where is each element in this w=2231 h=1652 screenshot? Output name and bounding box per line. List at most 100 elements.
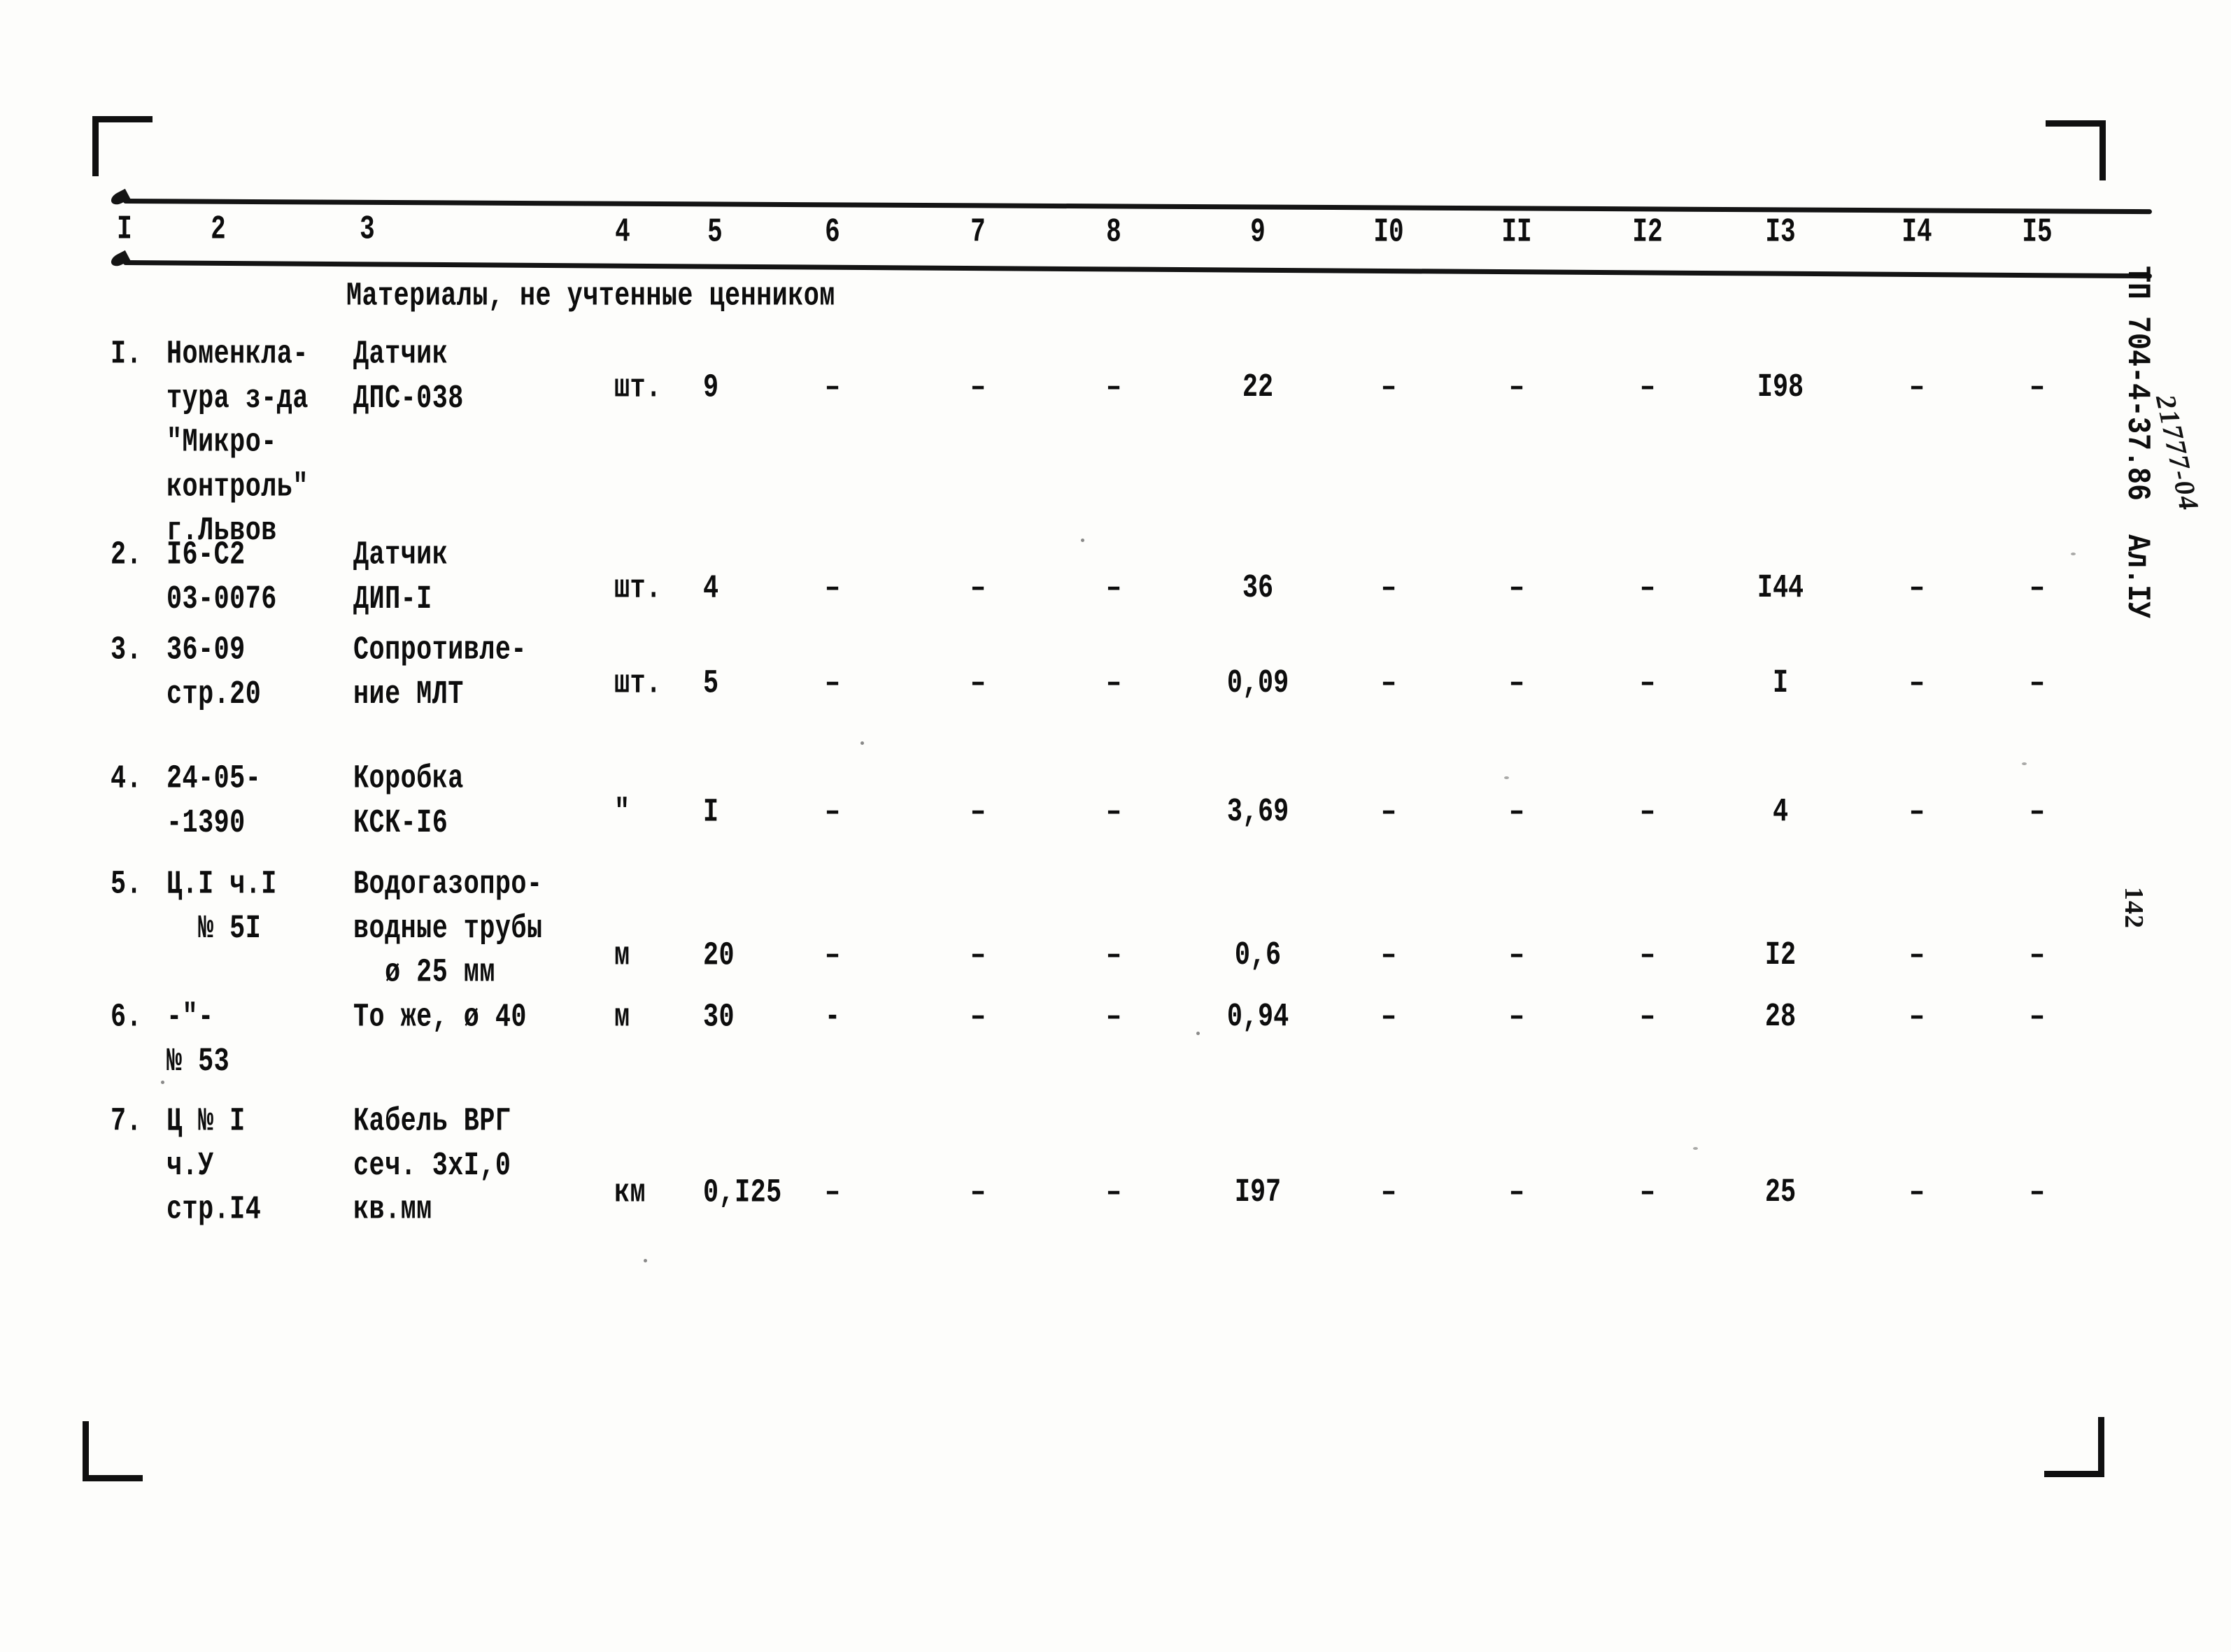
unit-cell: м xyxy=(614,999,630,1037)
value-cell-col-12: – xyxy=(1639,1174,1656,1212)
value-cell-col-7: – xyxy=(970,369,986,407)
value-cell-col-6: - xyxy=(824,999,841,1037)
value-cell-col-8: – xyxy=(1105,369,1122,407)
column-number-12: I2 xyxy=(1632,214,1663,252)
value-cell-col-11: – xyxy=(1508,665,1525,703)
value-cell-col-9: I97 xyxy=(1234,1174,1282,1212)
unit-cell: шт. xyxy=(614,665,662,703)
scan-speck xyxy=(644,1259,647,1262)
value-cell-col-15: – xyxy=(2029,1174,2046,1212)
row-index-cell: 6. xyxy=(111,999,143,1037)
source-code-cell: Номенкла- тура з-да "Микро- контроль" г.… xyxy=(167,336,309,550)
value-cell-col-7: – xyxy=(970,1174,986,1212)
value-cell-col-8: – xyxy=(1105,570,1122,608)
value-cell-col-15: – xyxy=(2029,665,2046,703)
scan-speck xyxy=(1196,1032,1200,1035)
column-number-6: 6 xyxy=(825,214,840,252)
value-cell-col-9: 3,69 xyxy=(1226,794,1289,832)
value-cell-col-8: – xyxy=(1105,999,1122,1037)
scan-speck xyxy=(1777,671,1782,674)
value-cell-col-14: – xyxy=(1908,794,1925,832)
value-cell-col-15: – xyxy=(2029,570,2046,608)
value-cell-col-13: I xyxy=(1772,665,1789,703)
source-code-cell: 36-09 стр.20 xyxy=(167,632,262,714)
value-cell-col-11: – xyxy=(1508,369,1525,407)
value-cell-col-12: – xyxy=(1639,570,1656,608)
value-cell-col-12: – xyxy=(1639,937,1656,975)
quantity-cell: 5 xyxy=(703,665,719,703)
material-name-cell: То же, ø 40 xyxy=(353,999,527,1037)
value-cell-col-10: – xyxy=(1380,1174,1397,1212)
value-cell-col-11: – xyxy=(1508,999,1525,1037)
quantity-cell: 20 xyxy=(703,937,735,975)
value-cell-col-14: – xyxy=(1908,999,1925,1037)
value-cell-col-9: 22 xyxy=(1242,369,1274,407)
value-cell-col-13: I98 xyxy=(1757,369,1804,407)
source-code-cell: Ц.I ч.I № 5I xyxy=(167,866,277,948)
value-cell-col-13: 4 xyxy=(1772,794,1789,832)
value-cell-col-7: – xyxy=(970,794,986,832)
unit-cell: шт. xyxy=(614,369,662,407)
value-cell-col-13: I2 xyxy=(1764,937,1797,975)
column-number-8: 8 xyxy=(1106,214,1121,252)
column-number-4: 4 xyxy=(615,214,630,252)
quantity-cell: 0,I25 xyxy=(703,1174,782,1212)
value-cell-col-7: – xyxy=(970,665,986,703)
value-cell-col-8: – xyxy=(1105,794,1122,832)
value-cell-col-11: – xyxy=(1508,570,1525,608)
column-number-1: I xyxy=(117,211,132,249)
column-number-14: I4 xyxy=(1901,214,1932,252)
unit-cell: шт. xyxy=(614,570,662,608)
scan-speck xyxy=(1693,1147,1698,1150)
value-cell-col-13: I44 xyxy=(1757,570,1804,608)
value-cell-col-15: – xyxy=(2029,794,2046,832)
column-number-9: 9 xyxy=(1250,214,1266,252)
value-cell-col-9: 0,94 xyxy=(1226,999,1289,1037)
row-index-cell: 2. xyxy=(111,536,143,574)
column-number-10: I0 xyxy=(1373,214,1404,252)
material-name-cell: Сопротивле- ние МЛТ xyxy=(353,632,527,714)
scan-speck xyxy=(1504,776,1509,779)
source-code-cell: 24-05- -1390 xyxy=(167,760,262,843)
row-index-cell: 3. xyxy=(111,632,143,669)
value-cell-col-12: – xyxy=(1639,794,1656,832)
value-cell-col-13: 25 xyxy=(1764,1174,1797,1212)
material-name-cell: Коробка КСК-I6 xyxy=(353,760,464,843)
value-cell-col-9: 0,09 xyxy=(1226,665,1289,703)
column-number-11: II xyxy=(1501,214,1532,252)
value-cell-col-15: – xyxy=(2029,369,2046,407)
quantity-cell: 4 xyxy=(703,570,719,608)
column-number-row: I 2 3 4 5 6 7 8 9 I0 II I2 I3 I4 I5 xyxy=(0,211,2231,253)
value-cell-col-6: – xyxy=(824,369,841,407)
material-name-cell: Водогазопро- водные трубы ø 25 мм xyxy=(353,866,543,992)
value-cell-col-6: – xyxy=(824,665,841,703)
value-cell-col-14: – xyxy=(1908,570,1925,608)
value-cell-col-8: – xyxy=(1105,1174,1122,1212)
unit-cell: " xyxy=(614,794,630,832)
value-cell-col-10: – xyxy=(1380,665,1397,703)
value-cell-col-9: 36 xyxy=(1242,570,1274,608)
margin-page-number: 142 xyxy=(2119,887,2148,929)
value-cell-col-12: – xyxy=(1639,999,1656,1037)
value-cell-col-7: – xyxy=(970,570,986,608)
value-cell-col-12: – xyxy=(1639,665,1656,703)
value-cell-col-10: – xyxy=(1380,794,1397,832)
value-cell-col-6: – xyxy=(824,794,841,832)
row-index-cell: 5. xyxy=(111,866,143,904)
value-cell-col-7: – xyxy=(970,937,986,975)
value-cell-col-15: – xyxy=(2029,999,2046,1037)
row-index-cell: 7. xyxy=(111,1103,143,1141)
value-cell-col-15: – xyxy=(2029,937,2046,975)
value-cell-col-11: – xyxy=(1508,794,1525,832)
unit-cell: м xyxy=(614,937,630,975)
scan-speck xyxy=(2022,762,2027,765)
value-cell-col-10: – xyxy=(1380,937,1397,975)
quantity-cell: 30 xyxy=(703,999,735,1037)
value-cell-col-6: – xyxy=(824,570,841,608)
scan-speck xyxy=(1081,539,1084,542)
scan-speck xyxy=(2071,553,2076,555)
material-name-cell: Датчик ДПС-038 xyxy=(353,336,464,418)
value-cell-col-11: – xyxy=(1508,937,1525,975)
section-title: Материалы, не учтенные ценником xyxy=(346,278,835,315)
source-code-cell: Ц № I ч.У стр.I4 xyxy=(167,1103,262,1230)
